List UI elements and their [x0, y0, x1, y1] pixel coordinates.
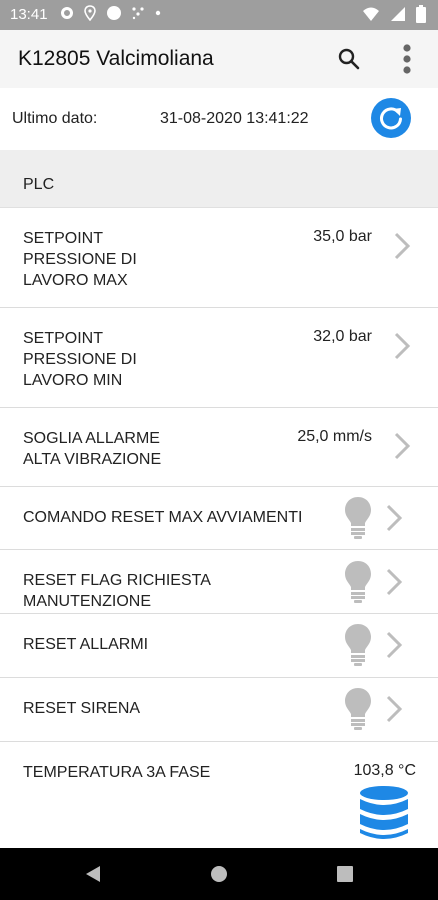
signal-icon — [391, 7, 405, 21]
chevron-right-icon — [386, 504, 403, 532]
more-vert-icon[interactable] — [396, 42, 418, 76]
status-notification-icons — [60, 5, 162, 21]
refresh-icon — [380, 107, 402, 130]
chevron-right-icon — [394, 432, 411, 460]
list-item[interactable]: COMANDO RESET MAX AVVIAMENTI — [0, 487, 438, 550]
list-item[interactable]: SETPOINT PRESSIONE DI LAVORO MAX 35,0 ba… — [0, 208, 438, 308]
item-name: SETPOINT PRESSIONE DI LAVORO MIN — [23, 330, 137, 389]
circle-icon — [107, 6, 121, 20]
search-icon[interactable] — [336, 46, 362, 72]
lightbulb-icon[interactable] — [343, 622, 373, 668]
location-icon — [84, 5, 96, 21]
last-data-bar: Ultimo dato: 31-08-2020 13:41:22 — [0, 88, 438, 151]
item-name: SETPOINT PRESSIONE DI LAVORO MAX — [23, 230, 137, 289]
back-icon[interactable] — [84, 865, 102, 883]
lightbulb-icon[interactable] — [343, 559, 373, 605]
settings-icon — [61, 7, 73, 19]
item-value: 35,0 bar — [313, 228, 372, 245]
lightbulb-icon[interactable] — [343, 686, 373, 732]
item-name: TEMPERATURA 3A FASE — [23, 764, 211, 781]
app-bar: K12805 Valcimoliana — [0, 30, 438, 88]
item-value: 103,8 °C — [353, 762, 416, 779]
last-data-label: Ultimo dato: — [12, 110, 98, 127]
chevron-right-icon — [394, 232, 411, 260]
recents-icon[interactable] — [336, 865, 354, 883]
database-icon[interactable] — [358, 785, 410, 843]
battery-icon — [416, 5, 426, 23]
status-system-icons — [362, 5, 426, 23]
list-item[interactable]: RESET FLAG RICHIESTA MANUTENZIONE — [0, 550, 438, 614]
section-header-plc: PLC — [0, 150, 438, 208]
app-title: K12805 Valcimoliana — [18, 47, 214, 70]
lightbulb-icon[interactable] — [343, 495, 373, 541]
chevron-right-icon — [386, 695, 403, 723]
chevron-right-icon — [394, 332, 411, 360]
home-icon[interactable] — [210, 865, 228, 883]
system-nav-bar — [0, 848, 438, 900]
item-name: RESET FLAG RICHIESTA MANUTENZIONE — [23, 572, 211, 610]
status-bar: 13:41 — [0, 0, 438, 30]
item-name: RESET SIRENA — [23, 700, 141, 717]
item-name: COMANDO RESET MAX AVVIAMENTI — [23, 509, 303, 526]
dot-icon — [155, 10, 161, 16]
status-time: 13:41 — [10, 6, 48, 23]
list-item[interactable]: RESET SIRENA — [0, 678, 438, 742]
section-label: PLC — [23, 176, 55, 193]
list-item[interactable]: SETPOINT PRESSIONE DI LAVORO MIN 32,0 ba… — [0, 308, 438, 408]
wifi-icon — [363, 7, 379, 21]
refresh-button[interactable] — [371, 98, 411, 138]
chevron-right-icon — [386, 631, 403, 659]
list-item[interactable]: SOGLIA ALLARME ALTA VIBRAZIONE 25,0 mm/s — [0, 408, 438, 487]
chevron-right-icon — [386, 568, 403, 596]
item-name: SOGLIA ALLARME ALTA VIBRAZIONE — [23, 430, 162, 468]
connectivity-icon — [132, 7, 144, 20]
list-item[interactable]: RESET ALLARMI — [0, 614, 438, 678]
last-data-value: 31-08-2020 13:41:22 — [160, 110, 309, 127]
item-value: 32,0 bar — [313, 328, 372, 345]
item-value: 25,0 mm/s — [297, 428, 372, 445]
item-name: RESET ALLARMI — [23, 636, 149, 653]
